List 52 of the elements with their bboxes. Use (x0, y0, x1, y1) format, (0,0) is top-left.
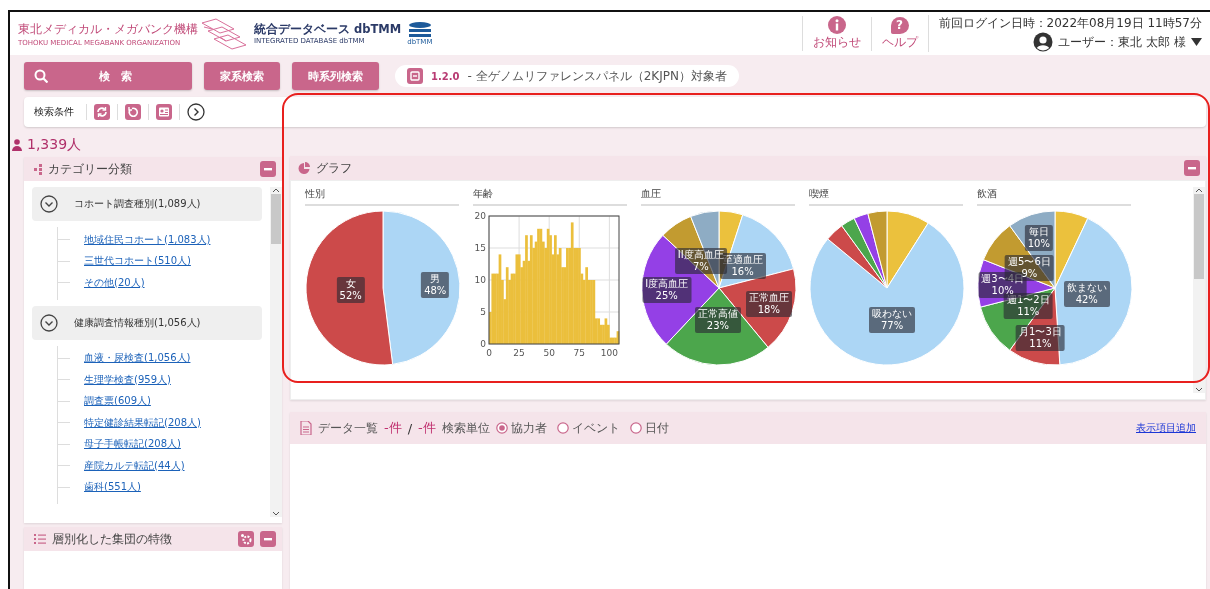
panel-title: データ一覧 (318, 419, 378, 437)
help-icon: ? (890, 16, 909, 34)
data-label: 吸わない 77% (869, 306, 916, 333)
axis-tick-label: 25 (513, 348, 525, 358)
chart-title: 血圧 (641, 187, 795, 206)
axis-tick-label: 50 (543, 348, 555, 358)
data-label: 月1〜3日 11% (1016, 325, 1065, 352)
panel-title: カテゴリー分類 (48, 160, 133, 178)
data-label: 女 52% (336, 277, 365, 303)
data-label: 飲まない 42% (1063, 281, 1110, 308)
slice-label: 正常血圧 (748, 292, 789, 305)
total-count: -件 (418, 419, 436, 437)
data-label: 週1〜2日 11% (1003, 293, 1053, 320)
slice-label: 週5〜6日 (1008, 256, 1051, 269)
slice-label: I度高血圧 (645, 277, 689, 290)
slice-label: 月1〜3日 (1019, 326, 1062, 339)
product-name: 統合データベース dbTMM (254, 22, 402, 37)
axis-tick-label: 5 (480, 307, 486, 317)
axis-tick-label: 0 (480, 339, 486, 349)
data-label: 正常高値 23% (694, 307, 741, 334)
axis-tick-label: 100 (600, 348, 618, 358)
axis-tick-label: 15 (474, 243, 486, 253)
data-label: I度高血圧 25% (642, 276, 692, 303)
slice-label: 女 (345, 278, 356, 291)
chart-title: 年齢 (473, 187, 627, 206)
axis-tick-label: 10 (474, 275, 486, 285)
organization-name: 東北メディカル・メガバンク機構 (18, 20, 198, 38)
panel-title: グラフ (316, 159, 353, 177)
count-separator: / (407, 420, 413, 436)
search-unit-label: 検索単位 (441, 419, 490, 437)
record-count: -件 (384, 419, 402, 437)
panel-title: 層別化した集団の特徴 (52, 530, 173, 548)
data-label: 毎日 10% (1024, 225, 1053, 252)
last-login-text: 前回ログイン日時：2022年08月19日 11時57分 (938, 15, 1202, 32)
axis-tick-label: 75 (573, 348, 585, 358)
data-label: 正常血圧 18% (745, 291, 792, 318)
slice-label: 男 (430, 272, 441, 285)
chart-title: 飲酒 (977, 187, 1131, 206)
chart-title: 性別 (305, 187, 459, 206)
slice-label: 毎日 (1028, 226, 1049, 239)
axis-tick-label: 0 (486, 348, 492, 358)
slice-label: 正常高値 (697, 308, 738, 321)
slice-label: 週1〜2日 (1006, 294, 1050, 307)
version-number: 1.2.0 (431, 70, 460, 82)
result-count: 1,339人 (27, 136, 82, 154)
axis-tick-label: 20 (474, 211, 486, 221)
panel-name: - 全ゲノムリファレンスパネル（2KJPN）対象者 (467, 67, 727, 85)
data-label: 男 48% (421, 271, 450, 298)
slice-label: 飲まない (1066, 282, 1107, 295)
search-conditions-label: 検索条件 (34, 105, 74, 119)
slice-label: 吸わない (872, 307, 913, 320)
chart-title: 喫煙 (809, 187, 963, 206)
